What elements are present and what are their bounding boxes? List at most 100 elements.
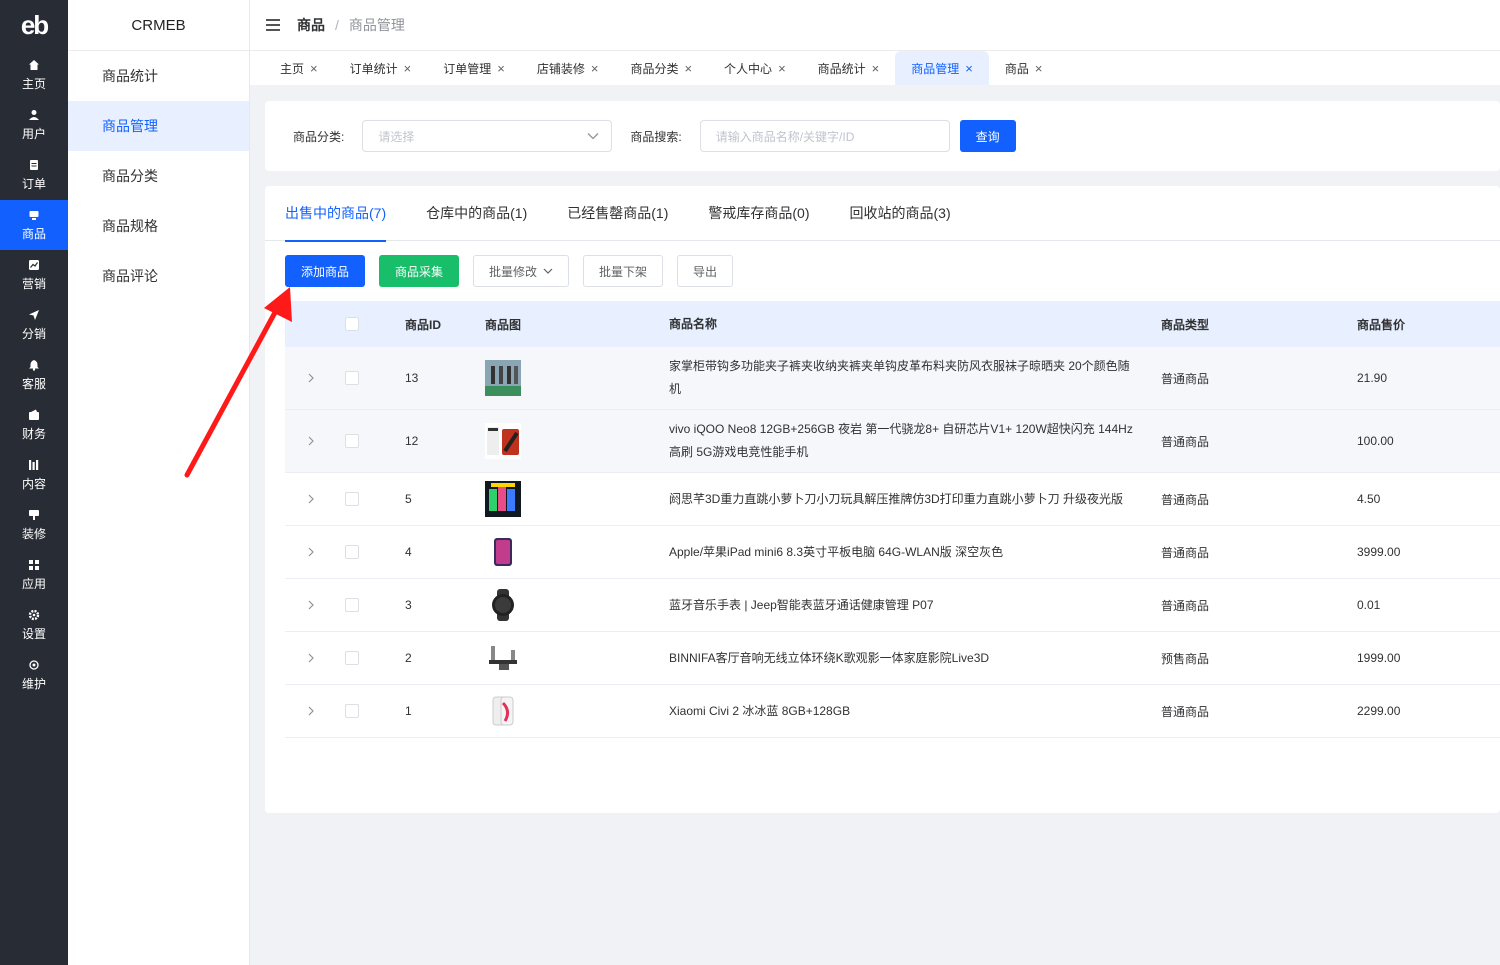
chevron-right-icon[interactable] xyxy=(307,547,315,557)
rail-item-send[interactable]: 分销 xyxy=(0,300,68,350)
submenu-item-manage[interactable]: 商品管理 xyxy=(68,101,249,151)
header-id: 商品ID xyxy=(405,317,442,332)
close-icon[interactable]: × xyxy=(965,61,973,76)
product-status-tab[interactable]: 出售中的商品(7) xyxy=(285,186,387,242)
rail-item-content[interactable]: 内容 xyxy=(0,450,68,500)
product-status-tab[interactable]: 仓库中的商品(1) xyxy=(426,186,527,241)
rail-item-label: 营销 xyxy=(21,277,46,291)
close-icon[interactable]: × xyxy=(404,61,412,76)
close-icon[interactable]: × xyxy=(778,61,786,76)
product-id: 3 xyxy=(405,598,412,612)
page-tab[interactable]: 订单统计 × xyxy=(334,51,428,85)
rail-item-order[interactable]: 订单 xyxy=(0,150,68,200)
product-thumbnail[interactable] xyxy=(485,360,521,396)
rail-item-home[interactable]: 主页 xyxy=(0,50,68,100)
search-input[interactable]: 请输入商品名称/关键字/ID xyxy=(699,120,950,152)
chevron-right-icon[interactable] xyxy=(307,653,315,663)
rail-item-user[interactable]: 用户 xyxy=(0,100,68,150)
page-tab[interactable]: 商品统计 × xyxy=(802,51,896,85)
rail-item-decorate[interactable]: 装修 xyxy=(0,500,68,550)
brand-logo[interactable]: eb xyxy=(0,0,68,50)
select-all-checkbox[interactable] xyxy=(345,317,359,331)
table-row[interactable]: 13 家掌柜带钩多功能夹子裤夹收纳夹裤夹单钩皮革布料夹防风衣服袜子晾晒夹 20个颜… xyxy=(285,347,1500,410)
product-status-tab[interactable]: 回收站的商品(3) xyxy=(850,186,951,241)
chevron-right-icon[interactable] xyxy=(307,373,315,383)
collect-product-button[interactable]: 商品采集 xyxy=(379,255,459,287)
category-select[interactable]: 请选择 xyxy=(362,120,613,152)
query-button[interactable]: 查询 xyxy=(959,120,1016,152)
page-tab[interactable]: 商品管理 × xyxy=(895,51,989,85)
row-checkbox[interactable] xyxy=(345,651,359,665)
product-name: Apple/苹果iPad mini6 8.3英寸平板电脑 64G-WLAN版 深… xyxy=(669,544,1004,559)
rail-item-gear[interactable]: 设置 xyxy=(0,600,68,650)
batch-off-shelf-button[interactable]: 批量下架 xyxy=(583,255,664,287)
submenu-item-category[interactable]: 商品分类 xyxy=(68,151,249,201)
breadcrumb-current: 商品管理 xyxy=(348,17,405,33)
table-row[interactable]: 4 Apple/苹果iPad mini6 8.3英寸平板电脑 64G-WLAN版 … xyxy=(285,526,1500,579)
add-product-button[interactable]: 添加商品 xyxy=(285,255,365,287)
page-tab[interactable]: 个人中心 × xyxy=(708,51,802,85)
top-header: 商品 / 商品管理 xyxy=(250,0,1500,51)
row-checkbox[interactable] xyxy=(345,704,359,718)
header-image: 商品图 xyxy=(485,317,522,332)
page-tab[interactable]: 主页 × xyxy=(264,51,334,85)
chevron-right-icon[interactable] xyxy=(307,706,315,716)
page-tab-label: 商品管理 xyxy=(911,61,960,76)
row-checkbox[interactable] xyxy=(345,492,359,506)
chevron-right-icon[interactable] xyxy=(307,494,315,504)
rail-item-maintain[interactable]: 维护 xyxy=(0,650,68,700)
product-image-cell xyxy=(485,587,669,623)
table-row[interactable]: 3 蓝牙音乐手表 | Jeep智能表蓝牙通话健康管理 P07 普通商品 0.01 xyxy=(285,579,1500,632)
table-row[interactable]: 1 Xiaomi Civi 2 冰冰蓝 8GB+128GB 普通商品 2299.00 xyxy=(285,685,1500,738)
close-icon[interactable]: × xyxy=(1035,61,1043,76)
product-thumbnail[interactable] xyxy=(485,534,521,570)
row-checkbox[interactable] xyxy=(345,371,359,385)
rail-item-marketing[interactable]: 营销 xyxy=(0,250,68,300)
product-thumbnail[interactable] xyxy=(485,423,521,459)
page-tab-label: 主页 xyxy=(280,61,305,76)
header-price: 商品售价 xyxy=(1357,317,1406,332)
rail-item-bell[interactable]: 客服 xyxy=(0,350,68,400)
product-thumbnail[interactable] xyxy=(485,693,521,729)
filter-panel: 商品分类: 请选择 商品搜索: 请输入商品名称/关键字/ID 查询 xyxy=(265,101,1500,171)
close-icon[interactable]: × xyxy=(684,61,692,76)
rail-item-product[interactable]: 商品 xyxy=(0,200,68,250)
table-row[interactable]: 5 阏思芊3D重力直跳小萝卜刀小刀玩具解压推牌仿3D打印重力直跳小萝卜刀 升级夜光… xyxy=(285,473,1500,526)
product-status-tab[interactable]: 警戒库存商品(0) xyxy=(708,186,809,241)
chevron-right-icon[interactable] xyxy=(307,600,315,610)
product-thumbnail[interactable] xyxy=(485,640,521,676)
product-thumbnail[interactable] xyxy=(485,587,521,623)
export-button[interactable]: 导出 xyxy=(677,255,734,287)
batch-edit-button[interactable]: 批量修改 xyxy=(473,255,570,287)
close-icon[interactable]: × xyxy=(310,61,318,76)
page-tab[interactable]: 商品 × xyxy=(989,51,1059,85)
rail-item-label: 财务 xyxy=(21,427,46,441)
page-tab[interactable]: 店铺装修 × xyxy=(521,51,615,85)
page-tab-label: 订单管理 xyxy=(443,61,492,76)
close-icon[interactable]: × xyxy=(497,61,505,76)
row-checkbox[interactable] xyxy=(345,598,359,612)
submenu-item-spec[interactable]: 商品规格 xyxy=(68,201,249,251)
table-row[interactable]: 12 vivo iQOO Neo8 12GB+256GB 夜岩 第一代骁龙8+ 自… xyxy=(285,410,1500,473)
close-icon[interactable]: × xyxy=(591,61,599,76)
expand-cell xyxy=(285,653,337,663)
page-tab[interactable]: 商品分类 × xyxy=(614,51,708,85)
product-id: 12 xyxy=(405,434,419,448)
product-image-cell xyxy=(485,423,669,459)
table-body: 13 家掌柜带钩多功能夹子裤夹收纳夹裤夹单钩皮革布料夹防风衣服袜子晾晒夹 20个颜… xyxy=(285,347,1500,738)
submenu-item-review[interactable]: 商品评论 xyxy=(68,251,249,301)
row-checkbox[interactable] xyxy=(345,545,359,559)
chevron-right-icon[interactable] xyxy=(307,436,315,446)
rail-item-apps[interactable]: 应用 xyxy=(0,550,68,600)
rail-item-wallet[interactable]: 财务 xyxy=(0,400,68,450)
header-name: 商品名称 xyxy=(669,316,718,331)
submenu-item-stats[interactable]: 商品统计 xyxy=(68,51,249,101)
product-thumbnail[interactable] xyxy=(485,481,521,517)
page-tab[interactable]: 订单管理 × xyxy=(427,51,521,85)
menu-toggle-icon[interactable] xyxy=(266,19,280,31)
close-icon[interactable]: × xyxy=(872,61,880,76)
product-status-tab[interactable]: 已经售罄商品(1) xyxy=(567,186,668,241)
row-checkbox[interactable] xyxy=(345,434,359,448)
breadcrumb-parent[interactable]: 商品 xyxy=(297,15,325,35)
table-row[interactable]: 2 BINNIFA客厅音响无线立体环绕K歌观影一体家庭影院Live3D 预售商品 19… xyxy=(285,632,1500,685)
